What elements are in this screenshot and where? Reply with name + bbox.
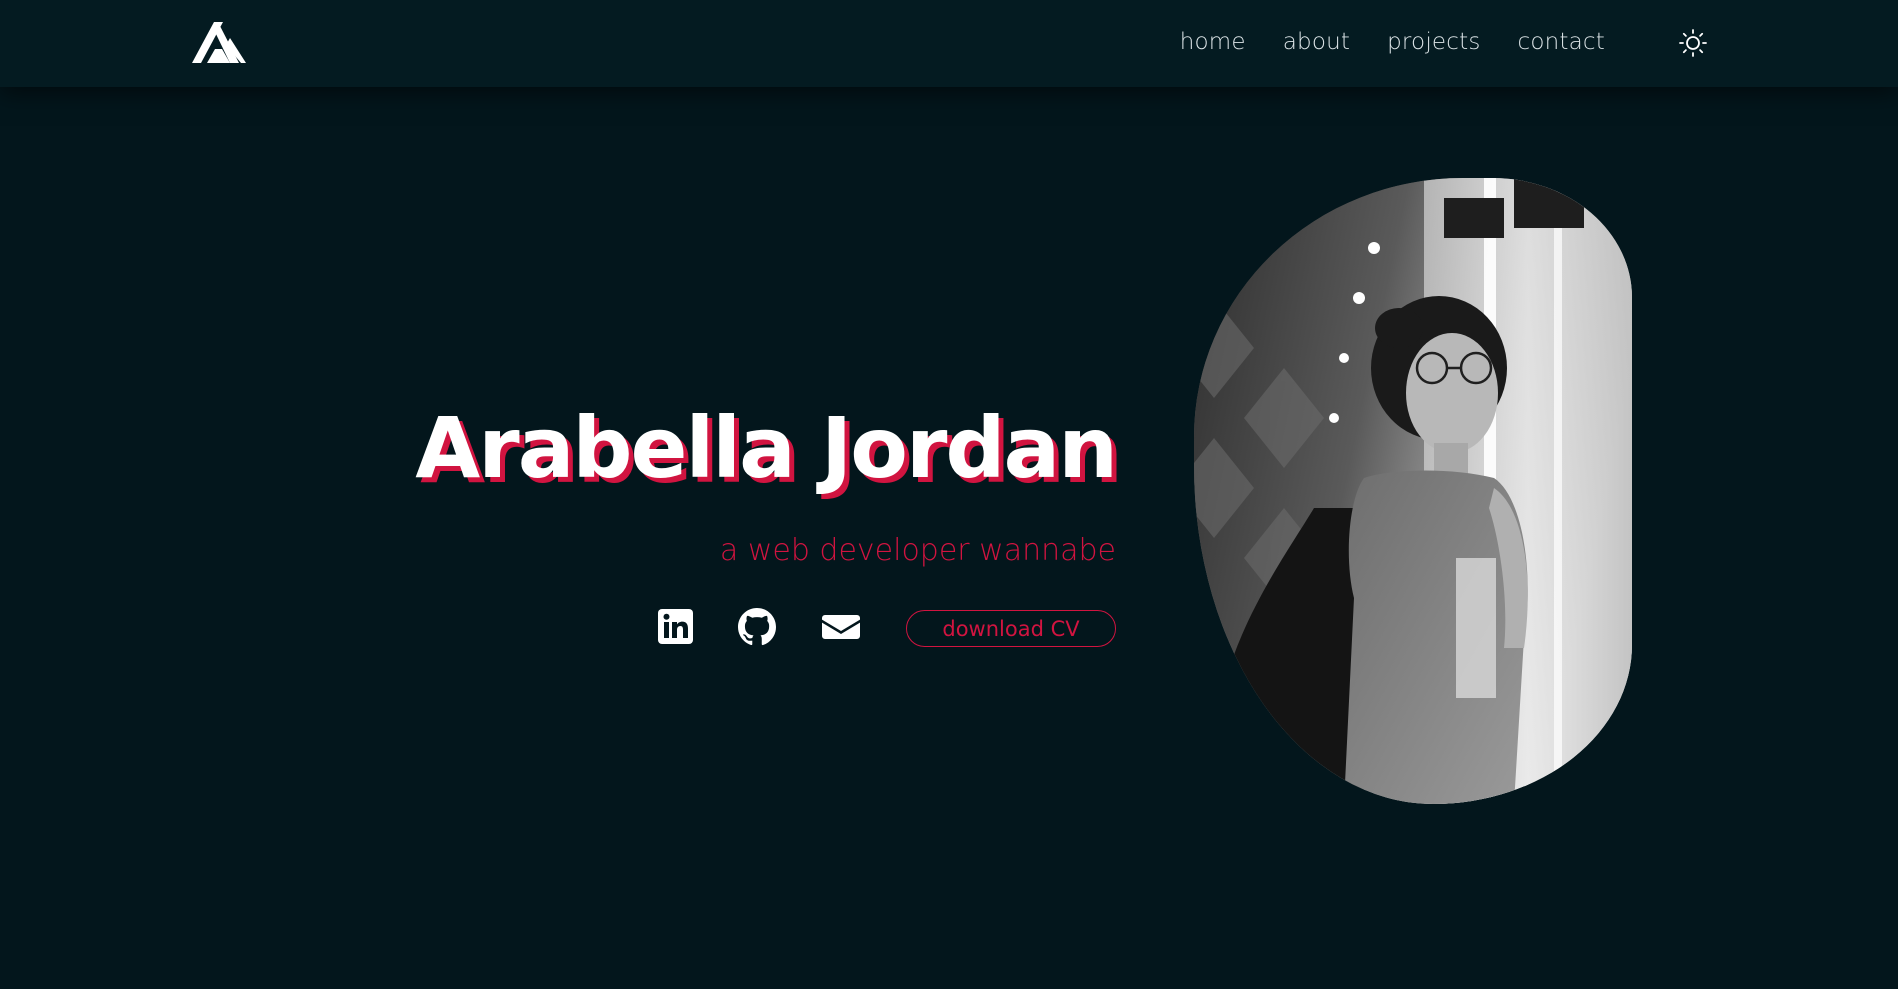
- hero-name: Arabella Jordan: [415, 399, 1118, 497]
- profile-photo: [1194, 178, 1632, 804]
- nav-about[interactable]: about: [1283, 29, 1350, 55]
- navbar: home about projects contact: [0, 0, 1898, 87]
- logo-icon[interactable]: [192, 20, 246, 64]
- nav-home[interactable]: home: [1180, 29, 1246, 55]
- nav-projects[interactable]: projects: [1387, 29, 1480, 55]
- mail-icon[interactable]: [821, 608, 861, 646]
- hero-tagline: a web developer wannabe: [719, 533, 1116, 568]
- nav-contact[interactable]: contact: [1518, 29, 1605, 55]
- sun-icon[interactable]: [1679, 29, 1707, 57]
- linkedin-icon[interactable]: [657, 608, 695, 646]
- github-icon[interactable]: [738, 608, 776, 646]
- download-cv-button[interactable]: download CV: [906, 610, 1116, 647]
- nav-links: home about projects contact: [1180, 0, 1642, 84]
